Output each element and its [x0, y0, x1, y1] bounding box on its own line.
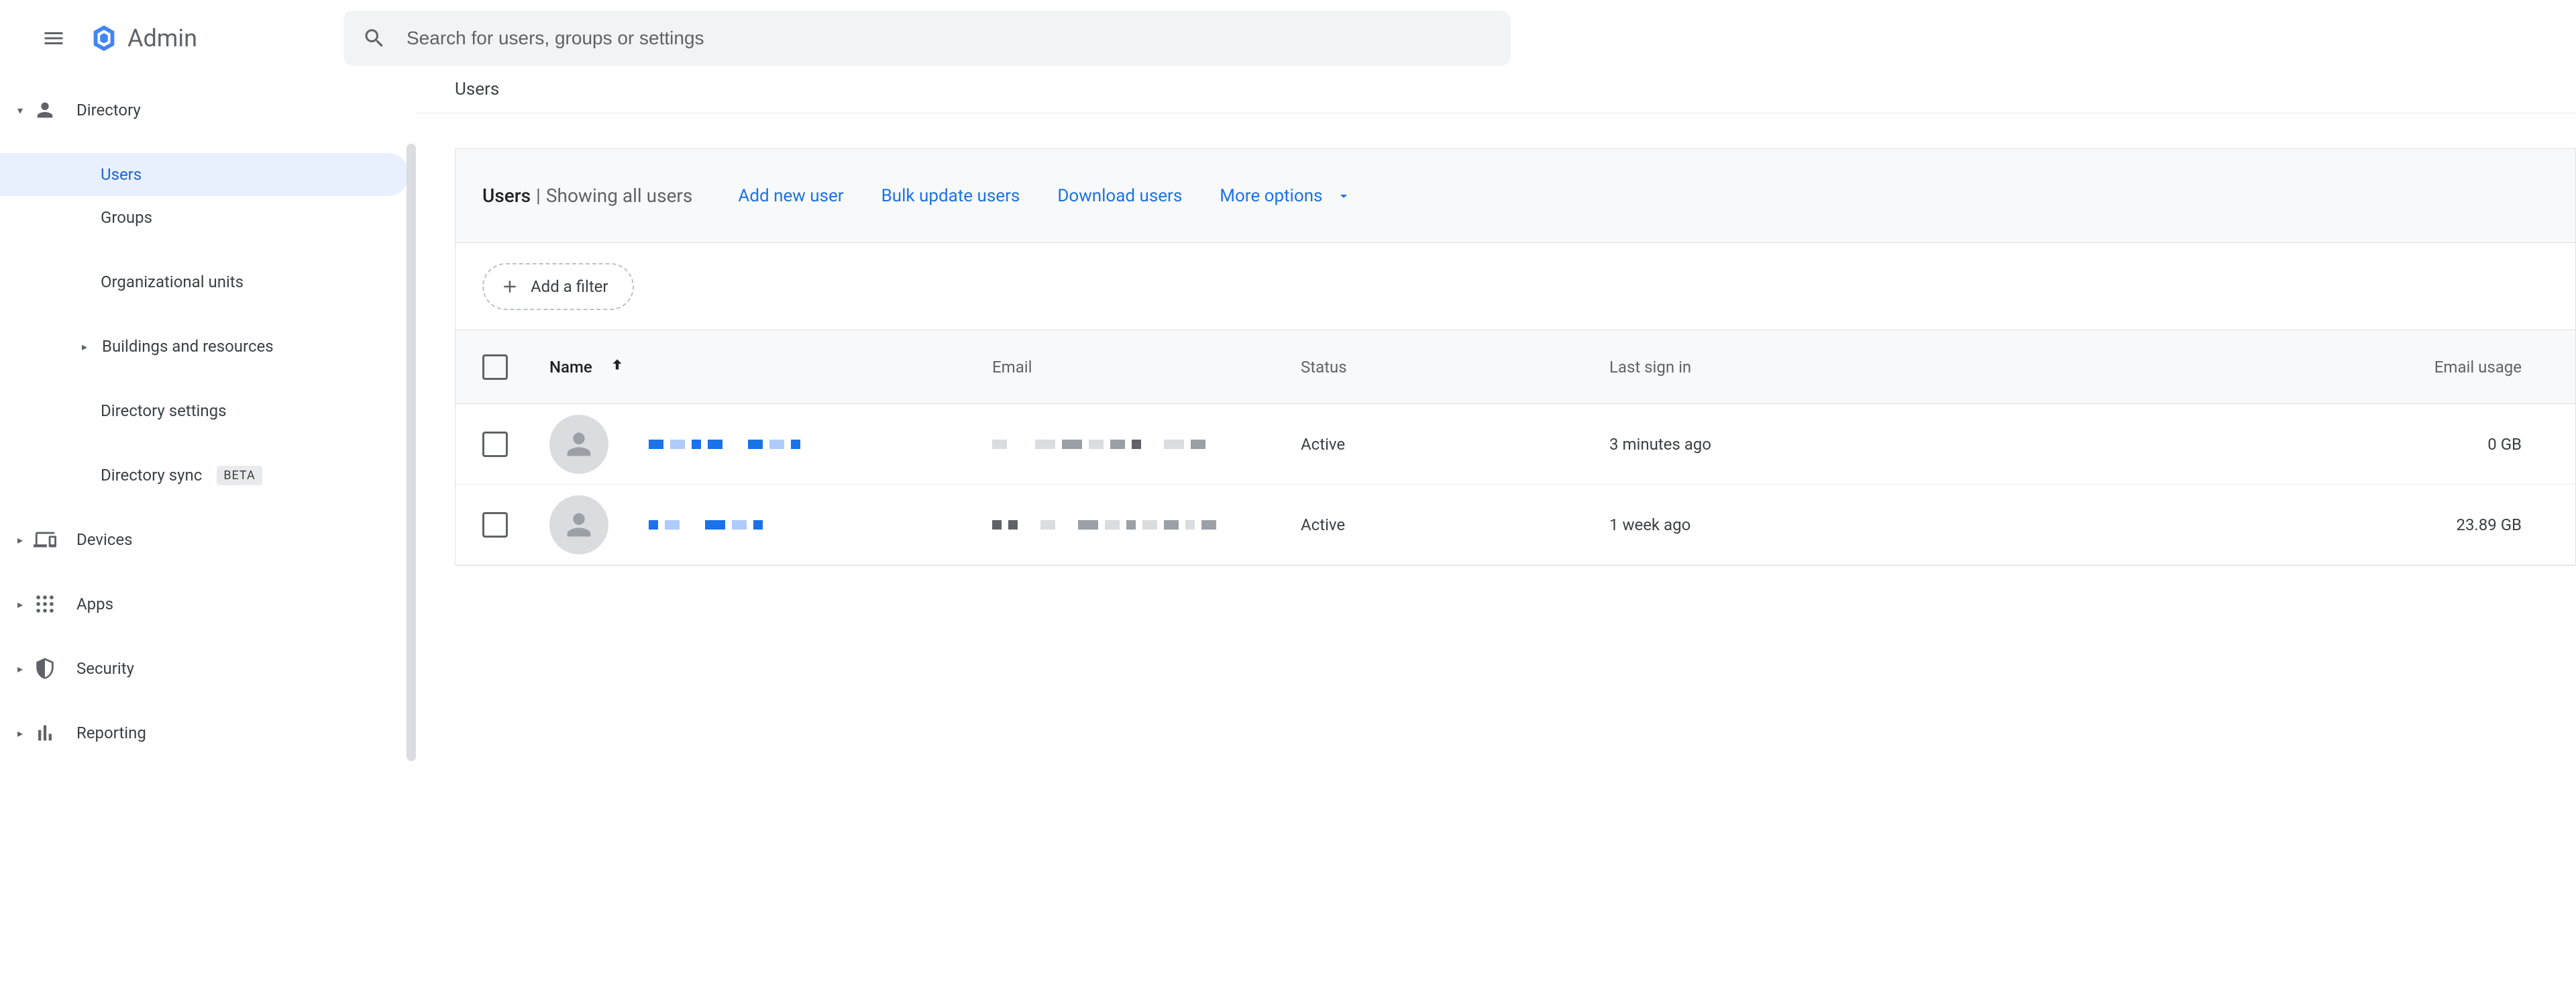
sidebar-item-org-units[interactable]: Organizational units — [0, 260, 416, 303]
more-options-dropdown[interactable]: More options — [1220, 186, 1352, 206]
search-input[interactable] — [405, 27, 1492, 50]
sidebar-item-label: Reporting — [76, 724, 146, 742]
person-icon — [561, 427, 596, 462]
sidebar-item-security[interactable]: ▸ Security — [0, 647, 416, 690]
sidebar-item-label: Devices — [76, 530, 132, 549]
devices-icon — [34, 528, 56, 551]
select-all-checkbox[interactable] — [482, 354, 508, 380]
sidebar: ▾ Directory Users Groups Organizational … — [0, 77, 416, 776]
column-header-email-usage[interactable]: Email usage — [1915, 358, 2548, 377]
shield-icon — [34, 657, 56, 680]
more-options-label: More options — [1220, 186, 1322, 206]
chevron-down-icon: ▾ — [13, 104, 27, 117]
column-header-label: Status — [1301, 358, 1347, 377]
apps-icon — [34, 593, 56, 615]
chevron-right-icon: ▸ — [13, 727, 27, 740]
sort-ascending-icon — [608, 356, 626, 378]
table-header: Name Email Status — [455, 330, 2575, 404]
card-header: Users | Showing all users Add new user B… — [455, 149, 2575, 243]
user-name-redacted — [649, 518, 763, 532]
bulk-update-users-link[interactable]: Bulk update users — [881, 186, 1020, 206]
person-icon — [34, 99, 56, 121]
sidebar-item-devices[interactable]: ▸ Devices — [0, 518, 416, 561]
user-email-usage: 0 GB — [1915, 435, 2548, 454]
sidebar-item-apps[interactable]: ▸ Apps — [0, 583, 416, 626]
sidebar-item-label: Directory — [76, 101, 141, 119]
chevron-right-icon: ▸ — [13, 662, 27, 675]
sidebar-item-label: Organizational units — [101, 272, 244, 291]
user-last-sign-in: 3 minutes ago — [1609, 435, 1915, 454]
sidebar-item-directory-sync[interactable]: Directory sync BETA — [0, 454, 416, 497]
chevron-right-icon: ▸ — [78, 340, 91, 353]
row-checkbox[interactable] — [482, 432, 508, 457]
caret-down-icon — [1336, 188, 1352, 204]
breadcrumb: Users — [416, 79, 2576, 113]
add-filter-label: Add a filter — [531, 277, 608, 296]
table-row[interactable]: Active 1 week ago 23.89 GB — [455, 485, 2575, 565]
bar-chart-icon — [34, 721, 56, 744]
sidebar-item-label: Groups — [101, 208, 152, 227]
chevron-right-icon: ▸ — [13, 598, 27, 611]
chevron-right-icon: ▸ — [13, 534, 27, 546]
breadcrumb-current: Users — [455, 79, 499, 99]
card-subtitle: Showing all users — [546, 185, 692, 207]
card-title: Users | Showing all users — [482, 185, 692, 207]
admin-logo-icon — [89, 23, 119, 54]
download-users-link[interactable]: Download users — [1057, 186, 1182, 206]
card-title-separator: | — [536, 185, 541, 207]
column-header-name[interactable]: Name — [549, 356, 992, 378]
avatar — [549, 495, 608, 554]
user-status: Active — [1301, 515, 1609, 534]
sidebar-item-buildings[interactable]: ▸ Buildings and resources — [0, 325, 416, 368]
sidebar-item-directory-settings[interactable]: Directory settings — [0, 389, 416, 432]
filter-row: Add a filter — [455, 243, 2575, 330]
user-name-redacted — [649, 438, 800, 451]
brand-title: Admin — [127, 24, 197, 52]
top-bar: Admin — [0, 0, 2576, 77]
hamburger-icon — [42, 26, 66, 50]
sidebar-item-label: Buildings and resources — [102, 337, 274, 356]
add-new-user-link[interactable]: Add new user — [738, 186, 843, 206]
add-filter-chip[interactable]: Add a filter — [482, 263, 634, 310]
column-header-label: Email usage — [2434, 358, 2522, 377]
column-header-email[interactable]: Email — [992, 358, 1301, 377]
column-header-label: Name — [549, 358, 592, 377]
sidebar-item-reporting[interactable]: ▸ Reporting — [0, 711, 416, 754]
person-icon — [561, 507, 596, 542]
user-email-usage: 23.89 GB — [1915, 515, 2548, 534]
users-table: Name Email Status — [455, 330, 2575, 565]
user-email-redacted — [992, 518, 1301, 532]
column-header-last-sign-in[interactable]: Last sign in — [1609, 358, 1915, 377]
user-email-redacted — [992, 438, 1301, 451]
column-header-label: Last sign in — [1609, 358, 1691, 377]
user-status: Active — [1301, 435, 1609, 454]
plus-icon — [500, 277, 520, 297]
sidebar-item-label: Users — [101, 165, 142, 184]
avatar — [549, 415, 608, 474]
column-header-label: Email — [992, 358, 1032, 377]
sidebar-item-label: Security — [76, 659, 134, 678]
sidebar-item-directory[interactable]: ▾ Directory — [0, 89, 416, 132]
user-last-sign-in: 1 week ago — [1609, 515, 1915, 534]
sidebar-item-label: Directory sync — [101, 466, 202, 485]
search-bar[interactable] — [343, 11, 1511, 66]
beta-badge: BETA — [217, 466, 262, 485]
column-header-status[interactable]: Status — [1301, 358, 1609, 377]
main-menu-button[interactable] — [38, 22, 70, 54]
users-card: Users | Showing all users Add new user B… — [455, 148, 2576, 566]
sidebar-item-groups[interactable]: Groups — [0, 196, 416, 239]
sidebar-item-label: Apps — [76, 595, 113, 613]
sidebar-scrollbar[interactable] — [407, 144, 416, 761]
brand[interactable]: Admin — [89, 23, 197, 54]
main-content: Users Users | Showing all users Add new … — [416, 79, 2576, 776]
search-icon — [362, 26, 386, 50]
sidebar-item-users[interactable]: Users — [0, 153, 409, 196]
row-checkbox[interactable] — [482, 512, 508, 538]
table-row[interactable]: Active 3 minutes ago 0 GB — [455, 404, 2575, 485]
sidebar-item-label: Directory settings — [101, 401, 227, 420]
card-title-text: Users — [482, 185, 531, 207]
